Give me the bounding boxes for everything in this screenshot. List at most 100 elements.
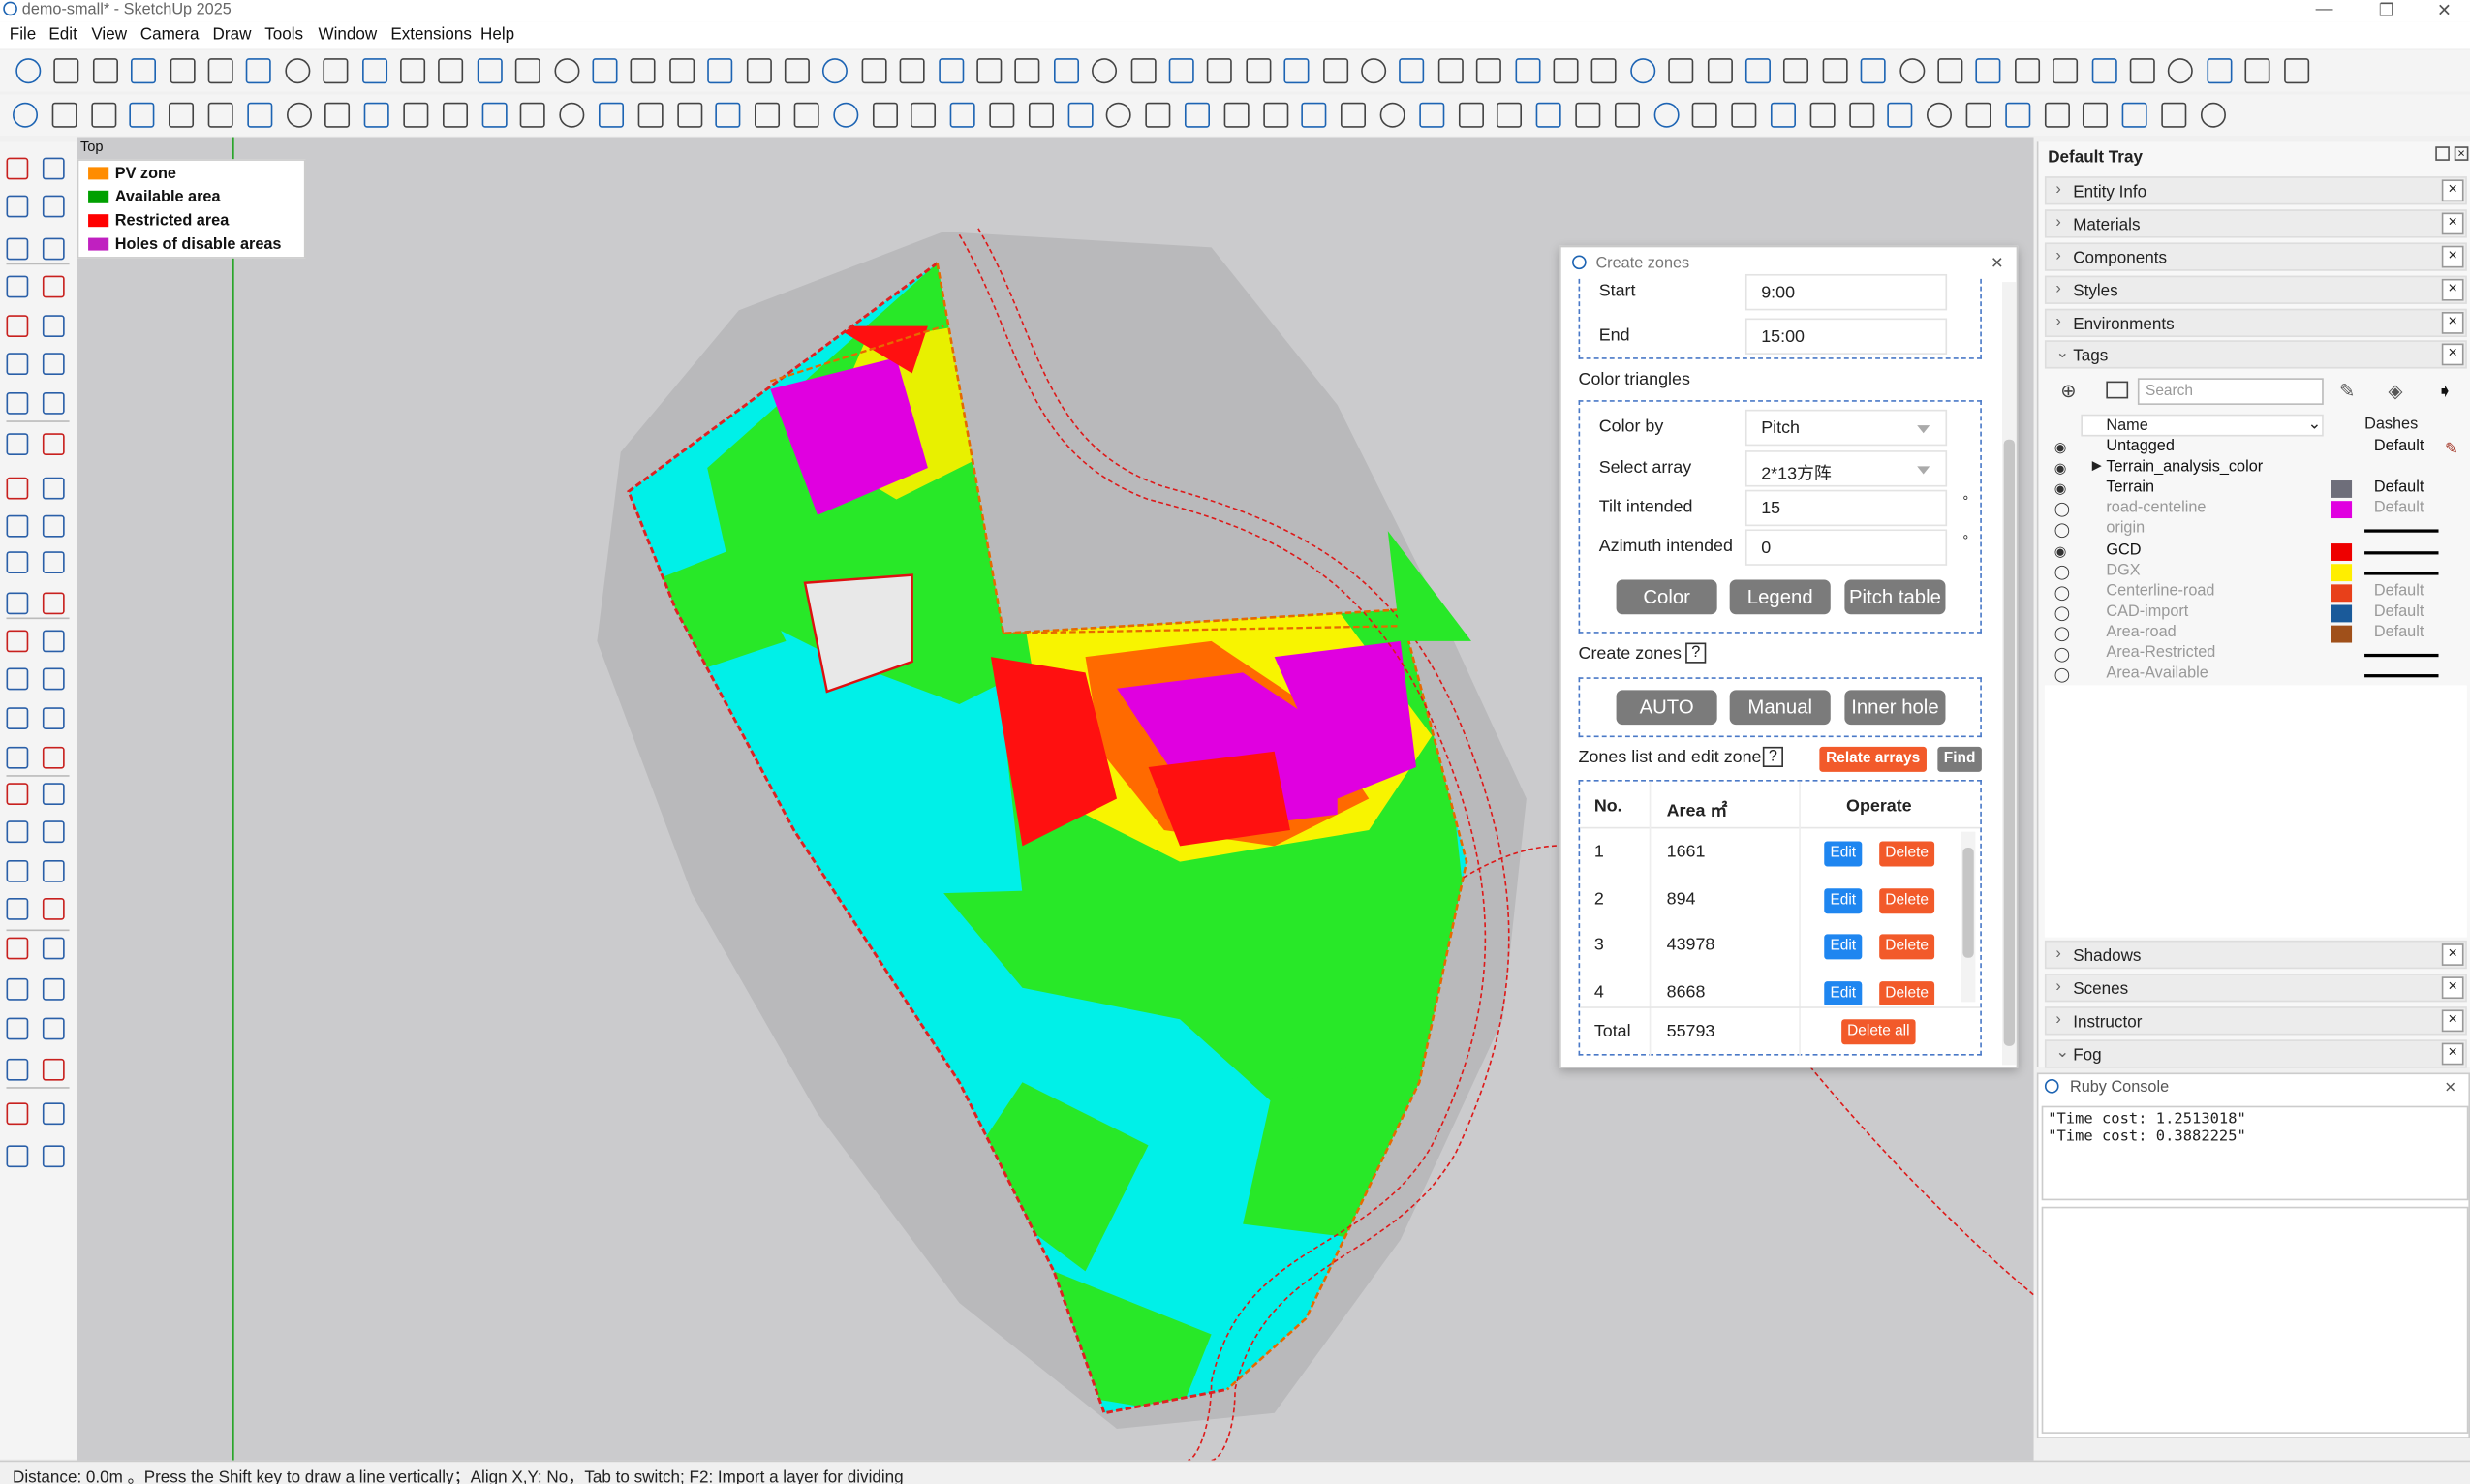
left-tool-icon[interactable]: [42, 195, 65, 218]
toolbar-tool-icon[interactable]: [861, 58, 887, 84]
eye-hidden-icon[interactable]: ◯: [2054, 604, 2070, 622]
toolbar-tool-icon[interactable]: [833, 102, 859, 128]
toolbar-tool-icon[interactable]: [1653, 102, 1680, 128]
toolbar-tool-icon[interactable]: [1053, 58, 1080, 84]
toolbar-tool-icon[interactable]: [872, 102, 898, 128]
inner-hole-button[interactable]: Inner hole: [1844, 690, 1946, 726]
toolbar-tool-icon[interactable]: [400, 58, 426, 84]
eyedropper-icon[interactable]: ✎: [2339, 380, 2355, 402]
toolbar-tool-icon[interactable]: [2284, 58, 2310, 84]
toolbar-tool-icon[interactable]: [403, 102, 429, 128]
toolbar-tool-icon[interactable]: [1458, 102, 1484, 128]
toolbar-tool-icon[interactable]: [129, 102, 155, 128]
menu-file[interactable]: File: [10, 25, 37, 45]
left-tool-icon[interactable]: [6, 433, 29, 456]
toolbar-tool-icon[interactable]: [1379, 102, 1405, 128]
eye-hidden-icon[interactable]: ◯: [2054, 625, 2070, 642]
left-tool-icon[interactable]: [6, 514, 29, 538]
close-icon[interactable]: ×: [2454, 146, 2469, 161]
toolbar-tool-icon[interactable]: [707, 58, 733, 84]
relate-arrays-button[interactable]: Relate arrays: [1819, 746, 1927, 772]
tag-color-swatch[interactable]: [2331, 604, 2353, 623]
toolbar-tool-icon[interactable]: [1206, 58, 1232, 84]
left-tool-icon[interactable]: [42, 433, 65, 456]
delete-zone-button[interactable]: Delete: [1879, 934, 1935, 960]
left-tool-icon[interactable]: [6, 630, 29, 653]
delete-zone-button[interactable]: Delete: [1879, 981, 1935, 1005]
toolbar-tool-icon[interactable]: [15, 58, 42, 84]
toolbar-tool-icon[interactable]: [754, 102, 781, 128]
toolbar-tool-icon[interactable]: [1168, 58, 1194, 84]
toolbar-tool-icon[interactable]: [1770, 102, 1796, 128]
left-tool-icon[interactable]: [6, 275, 29, 298]
toolbar-tool-icon[interactable]: [2207, 58, 2233, 84]
pencil-icon[interactable]: ✎: [2445, 441, 2458, 458]
toolbar-tool-icon[interactable]: [1849, 102, 1875, 128]
toolbar-tool-icon[interactable]: [1092, 58, 1118, 84]
toolbar-tool-icon[interactable]: [1809, 102, 1836, 128]
left-tool-icon[interactable]: [6, 1145, 29, 1168]
tag-row[interactable]: ◯ Area-road Default: [2054, 624, 2456, 644]
toolbar-tool-icon[interactable]: [1184, 102, 1210, 128]
eye-hidden-icon[interactable]: ◯: [2054, 502, 2070, 519]
toolbar-tool-icon[interactable]: [13, 102, 39, 128]
toolbar-tool-icon[interactable]: [715, 102, 741, 128]
tag-color-swatch[interactable]: [2331, 480, 2353, 499]
tag-row[interactable]: ◯ origin: [2054, 520, 2456, 541]
toolbar-tool-icon[interactable]: [363, 102, 389, 128]
toolbar-tool-icon[interactable]: [92, 58, 118, 84]
toolbar-tool-icon[interactable]: [1323, 58, 1349, 84]
left-tool-icon[interactable]: [42, 667, 65, 691]
azimuth-input[interactable]: 0: [1744, 529, 1948, 566]
tray-panel-fog[interactable]: ⌄ Fog ×: [2044, 1039, 2467, 1068]
tag-row[interactable]: ◉ Untagged Default: [2054, 438, 2456, 458]
toolbar-tool-icon[interactable]: [2091, 58, 2117, 84]
toolbar-tool-icon[interactable]: [438, 58, 464, 84]
toolbar-tool-icon[interactable]: [1246, 58, 1272, 84]
tray-panel-environments[interactable]: › Environments ×: [2044, 308, 2467, 338]
menu-view[interactable]: View: [91, 25, 127, 45]
left-tool-icon[interactable]: [6, 237, 29, 261]
toolbar-tool-icon[interactable]: [1630, 58, 1656, 84]
toolbar-tool-icon[interactable]: [2015, 58, 2041, 84]
tilt-input[interactable]: 15: [1744, 489, 1948, 527]
color-by-tag-icon[interactable]: ◈: [2388, 380, 2402, 402]
add-tag-icon[interactable]: ⊕: [2060, 380, 2076, 402]
toolbar-tool-icon[interactable]: [1014, 58, 1040, 84]
tag-row[interactable]: ◉ Terrain Default: [2054, 479, 2456, 500]
toolbar-tool-icon[interactable]: [554, 58, 580, 84]
menu-extensions[interactable]: Extensions: [390, 25, 472, 45]
color-by-select[interactable]: Pitch: [1744, 409, 1948, 447]
toolbar-tool-icon[interactable]: [1301, 102, 1327, 128]
toolbar-tool-icon[interactable]: [1496, 102, 1523, 128]
delete-all-button[interactable]: Delete all: [1841, 1019, 1916, 1045]
toolbar-tool-icon[interactable]: [1361, 58, 1387, 84]
toolbar-tool-icon[interactable]: [477, 58, 503, 84]
toolbar-tool-icon[interactable]: [2121, 102, 2147, 128]
left-tool-icon[interactable]: [42, 746, 65, 769]
toolbar-tool-icon[interactable]: [2005, 102, 2031, 128]
toolbar-tool-icon[interactable]: [1731, 102, 1757, 128]
left-tool-icon[interactable]: [6, 195, 29, 218]
close-icon[interactable]: ×: [1991, 251, 2003, 274]
help-icon[interactable]: ?: [1762, 746, 1783, 768]
close-icon[interactable]: ×: [2441, 343, 2464, 366]
toolbar-tool-icon[interactable]: [247, 102, 273, 128]
left-tool-icon[interactable]: [6, 1017, 29, 1040]
left-tool-icon[interactable]: [42, 1058, 65, 1081]
toolbar-tool-icon[interactable]: [1707, 58, 1733, 84]
menu-draw[interactable]: Draw: [213, 25, 252, 45]
left-tool-icon[interactable]: [42, 1102, 65, 1126]
tag-row[interactable]: ◯ Centerline-road Default: [2054, 582, 2456, 603]
tag-row[interactable]: ◉ GCD: [2054, 541, 2456, 562]
left-tool-icon[interactable]: [6, 667, 29, 691]
help-icon[interactable]: ?: [1685, 642, 1707, 664]
left-tool-icon[interactable]: [42, 514, 65, 538]
tray-panel-materials[interactable]: › Materials ×: [2044, 209, 2467, 238]
left-tool-icon[interactable]: [6, 783, 29, 806]
toolbar-tool-icon[interactable]: [630, 58, 656, 84]
tag-row[interactable]: ◯ Area-Restricted: [2054, 644, 2456, 665]
left-tool-icon[interactable]: [6, 353, 29, 376]
close-icon[interactable]: ×: [2441, 1009, 2464, 1033]
toolbar-tool-icon[interactable]: [899, 58, 925, 84]
